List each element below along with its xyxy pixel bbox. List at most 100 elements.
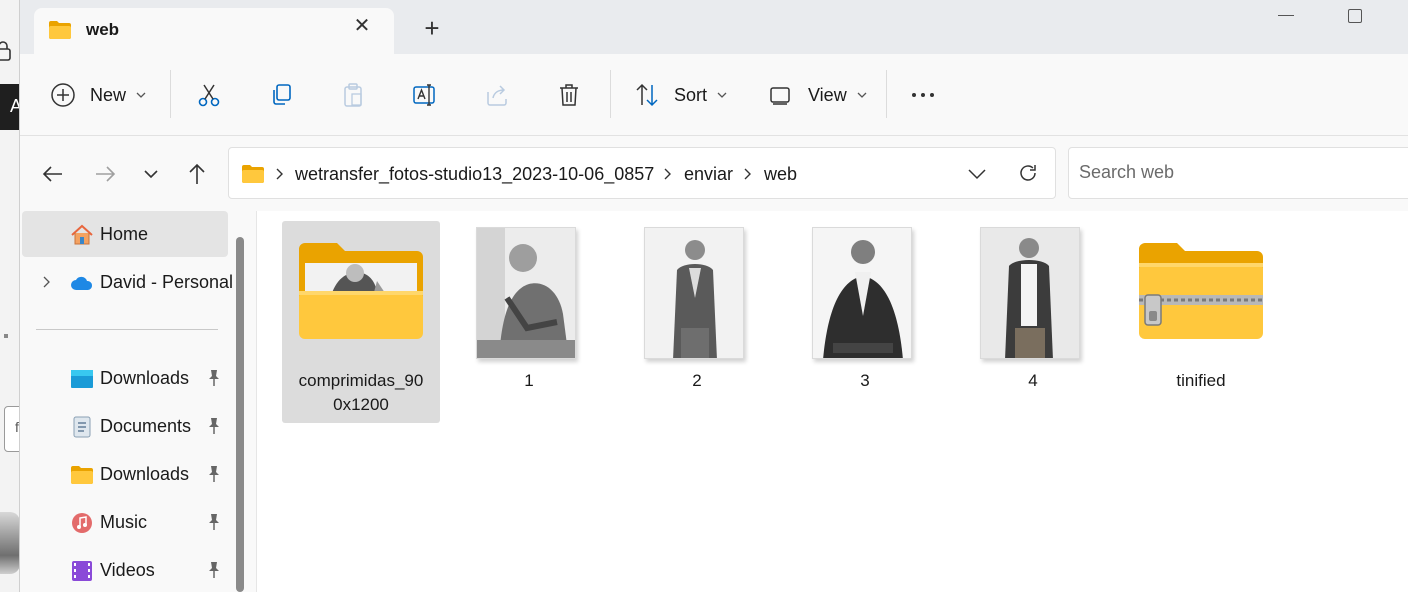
more-options-button[interactable] (910, 76, 936, 114)
chevron-down-icon (717, 92, 727, 98)
pin-icon[interactable] (206, 561, 222, 579)
maximize-button[interactable] (1348, 9, 1362, 23)
sidebar-item-label: David - Personal (100, 272, 234, 292)
background-window: A f (0, 0, 20, 592)
sidebar-item-downloads-folder[interactable]: Downloads (22, 451, 228, 497)
sidebar-item-label: Downloads (100, 368, 190, 388)
chevron-down-icon[interactable] (967, 164, 987, 184)
breadcrumb-wetransfer[interactable]: wetransfer_fotos-studio13_2023-10-06_085… (295, 164, 654, 185)
search-input[interactable] (1079, 162, 1379, 183)
new-tab-button[interactable]: + (420, 15, 444, 41)
sidebar-divider (36, 329, 218, 330)
sidebar-scrollbar[interactable] (232, 211, 248, 592)
paste-button[interactable] (340, 76, 366, 114)
file-list: comprimidas_900x1200 1 2 3 4 tinified (256, 211, 1408, 592)
recent-locations-chevron-icon[interactable] (138, 161, 164, 187)
file-item-image[interactable]: 4 (954, 221, 1112, 423)
toolbar-divider (170, 70, 171, 118)
delete-icon (560, 84, 578, 106)
sidebar-item-label: Home (100, 224, 149, 244)
home-icon (71, 224, 93, 245)
background-field: f (4, 406, 19, 452)
sidebar-item-label: Downloads (100, 464, 190, 484)
copy-button[interactable] (268, 76, 294, 114)
navigation-pane: Home David - Personal Downloads Document… (20, 211, 248, 592)
breadcrumb-separator-icon (276, 168, 283, 180)
refresh-icon[interactable] (1017, 162, 1039, 184)
share-button[interactable] (484, 76, 510, 114)
image-thumbnail (644, 227, 744, 359)
background-photo (0, 512, 19, 574)
file-name: tinified (1176, 371, 1226, 390)
share-icon (487, 85, 507, 106)
folder-with-preview-icon (299, 243, 423, 339)
tab-title: web (86, 20, 120, 39)
more-icon (912, 93, 934, 97)
new-label: New (90, 84, 127, 105)
file-item-image[interactable]: 2 (618, 221, 776, 423)
lock-icon (0, 41, 11, 61)
zip-folder-icon (1139, 243, 1263, 339)
copy-icon (273, 84, 291, 105)
view-button[interactable]: View (768, 76, 867, 114)
folder-icon (71, 466, 93, 484)
sidebar-item-home[interactable]: Home (22, 211, 228, 257)
pin-icon[interactable] (206, 369, 222, 387)
up-arrow-icon[interactable] (184, 161, 210, 187)
back-arrow-icon[interactable] (40, 161, 66, 187)
rename-icon (413, 84, 435, 106)
documents-icon (73, 416, 91, 438)
minimize-button[interactable] (1276, 8, 1296, 24)
folder-icon (49, 21, 71, 39)
sidebar-item-label: Documents (100, 416, 192, 436)
chevron-right-icon[interactable] (40, 275, 52, 289)
file-item-folder[interactable]: comprimidas_900x1200 (282, 221, 440, 423)
file-item-image[interactable]: 1 (450, 221, 608, 423)
sidebar-item-music[interactable]: Music (22, 499, 228, 545)
navigation-bar: wetransfer_fotos-studio13_2023-10-06_085… (20, 137, 1408, 211)
desktop-icon (71, 370, 93, 388)
sidebar-item-documents[interactable]: Documents (22, 403, 228, 449)
pin-icon[interactable] (206, 465, 222, 483)
sidebar-item-onedrive[interactable]: David - Personal (22, 259, 233, 305)
sidebar-item-downloads[interactable]: Downloads (22, 355, 228, 401)
background-dark-panel: A (0, 84, 19, 130)
toolbar-divider (610, 70, 611, 118)
pin-icon[interactable] (206, 513, 222, 531)
search-box[interactable] (1068, 147, 1408, 199)
rename-button[interactable] (412, 76, 438, 114)
scrollbar-thumb[interactable] (236, 237, 244, 592)
close-tab-icon[interactable]: ✕ (352, 16, 372, 36)
tab-web[interactable]: web ✕ (34, 8, 394, 54)
toolbar-divider (886, 70, 887, 118)
sidebar-item-label: Videos (100, 560, 155, 580)
paste-icon (344, 83, 362, 107)
sidebar-item-videos[interactable]: Videos (22, 547, 228, 592)
file-item-image[interactable]: 3 (786, 221, 944, 423)
file-name: 1 (524, 371, 534, 390)
forward-arrow-icon[interactable] (92, 161, 118, 187)
file-item-zip-folder[interactable]: tinified (1122, 221, 1280, 423)
sort-button[interactable]: Sort (634, 76, 727, 114)
background-dot (4, 334, 8, 338)
file-name: comprimidas_900x1200 (298, 371, 424, 414)
cut-icon (198, 84, 220, 107)
address-bar[interactable]: wetransfer_fotos-studio13_2023-10-06_085… (228, 147, 1056, 199)
sidebar-item-label: Music (100, 512, 148, 532)
breadcrumb-enviar[interactable]: enviar (684, 164, 733, 185)
onedrive-icon (71, 276, 93, 290)
sort-label: Sort (674, 84, 708, 105)
view-label: View (808, 84, 847, 105)
chevron-down-icon (136, 92, 146, 98)
file-name: 2 (692, 371, 702, 390)
command-bar: New Sort View (20, 54, 1408, 136)
delete-button[interactable] (556, 76, 582, 114)
image-thumbnail (476, 227, 576, 359)
breadcrumb-web[interactable]: web (764, 164, 797, 185)
pin-icon[interactable] (206, 417, 222, 435)
new-button[interactable]: New (50, 76, 146, 114)
cut-button[interactable] (196, 76, 222, 114)
plus-circle-icon (51, 83, 75, 107)
breadcrumb-separator-icon (664, 168, 671, 180)
file-name: 3 (860, 371, 870, 390)
